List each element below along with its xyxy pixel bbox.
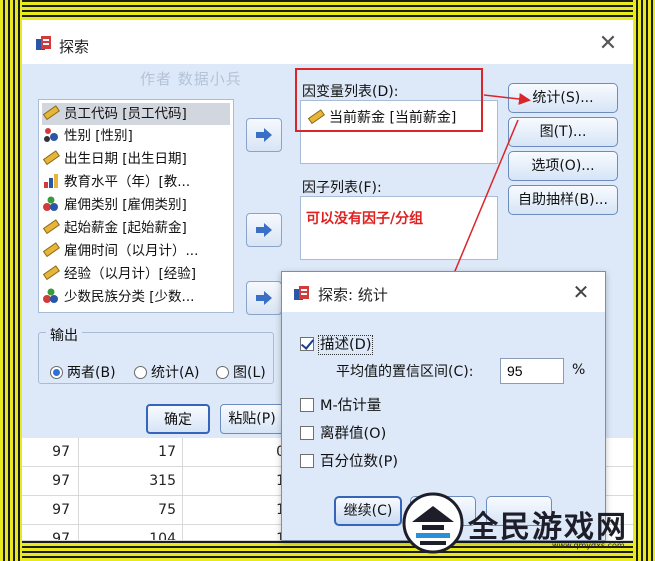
variable-label: 性别 [性别] xyxy=(64,128,133,144)
statistics-button[interactable]: 统计(S)... xyxy=(508,83,618,113)
list-item[interactable]: 雇佣时间（以月计）... xyxy=(42,240,230,262)
logo-name: 全民游戏网 xyxy=(468,510,628,545)
scale-ruler-icon xyxy=(42,242,60,258)
move-to-factor-button[interactable] xyxy=(246,213,282,247)
factor-list-label: 因子列表(F): xyxy=(302,180,382,196)
list-item[interactable]: 经验（以月计）[经验] xyxy=(42,263,230,285)
move-to-dependent-button[interactable] xyxy=(246,118,282,152)
variable-label: 员工代码 [员工代码] xyxy=(64,106,187,122)
logo-emblem-icon xyxy=(402,492,464,554)
dialog-title: 探索 xyxy=(59,38,90,56)
radio-label: 图(L) xyxy=(233,365,266,381)
table-cell[interactable]: 1 xyxy=(186,473,285,489)
percentiles-checkbox[interactable]: 百分位数(P) xyxy=(300,450,398,471)
checkbox-label: M-估计量 xyxy=(320,398,382,414)
radio-icon xyxy=(134,366,147,379)
watermark-text: 作者 数据小兵 xyxy=(140,70,242,88)
paste-button[interactable]: 粘贴(P) xyxy=(220,404,284,434)
variable-label: 教育水平（年）[教... xyxy=(64,174,191,190)
list-item[interactable]: 员工代码 [员工代码] xyxy=(42,103,230,125)
frame-top xyxy=(0,0,655,20)
variable-label: 雇佣时间（以月计）... xyxy=(64,243,199,259)
ordinal-bar-icon xyxy=(44,174,58,188)
table-cell[interactable]: 104 xyxy=(82,531,176,540)
scale-ruler-icon xyxy=(42,105,60,121)
scale-ruler-icon xyxy=(42,150,60,166)
radio-plots[interactable]: 图(L) xyxy=(216,362,266,382)
nominal-person-icon xyxy=(44,128,58,142)
close-icon[interactable]: ✕ xyxy=(570,281,592,303)
right-arrow-icon xyxy=(256,128,272,142)
variable-label: 出生日期 [出生日期] xyxy=(64,151,187,167)
variable-label: 起始薪金 [起始薪金] xyxy=(64,220,187,236)
right-arrow-icon xyxy=(256,291,272,305)
source-variable-list[interactable]: 员工代码 [员工代码] 性别 [性别] 出生日期 [出生日期] 教育水平（年）[… xyxy=(38,99,234,313)
continue-button[interactable]: 继续(C) xyxy=(334,496,402,526)
subdialog-titlebar[interactable]: 探索: 统计 ✕ xyxy=(282,272,605,312)
scale-ruler-icon xyxy=(42,265,60,281)
checkbox-icon xyxy=(300,454,314,468)
plots-button[interactable]: 图(T)... xyxy=(508,117,618,147)
table-cell[interactable]: 315 xyxy=(82,473,176,489)
radio-both[interactable]: 两者(B) xyxy=(50,362,116,382)
options-button[interactable]: 选项(O)... xyxy=(508,151,618,181)
outliers-checkbox[interactable]: 离群值(O) xyxy=(300,422,386,443)
list-item[interactable]: 雇佣类别 [雇佣类别] xyxy=(42,194,230,216)
right-arrow-icon xyxy=(256,223,272,237)
factor-list[interactable] xyxy=(300,196,498,260)
checkbox-checked-icon xyxy=(300,337,314,351)
table-cell[interactable]: 1 xyxy=(186,531,285,540)
variable-label: 经验（以月计）[经验] xyxy=(64,266,197,282)
radio-selected-icon xyxy=(50,366,63,379)
radio-label: 两者(B) xyxy=(67,365,116,381)
percent-unit: % xyxy=(572,362,586,378)
factor-annotation: 可以没有因子/分组 xyxy=(306,211,424,227)
nominal-balls-icon xyxy=(43,196,58,211)
ci-label: 平均值的置信区间(C): xyxy=(336,364,474,380)
variable-label: 雇佣类别 [雇佣类别] xyxy=(64,197,187,213)
table-cell[interactable]: 17 xyxy=(82,444,176,460)
site-logo: 全民游戏网 www.qmydxs.com xyxy=(402,488,652,558)
checkbox-icon xyxy=(300,426,314,440)
move-to-label-button[interactable] xyxy=(246,281,282,315)
output-group-title: 输出 xyxy=(46,325,82,345)
ci-input[interactable] xyxy=(500,358,564,384)
table-cell[interactable]: 97 xyxy=(22,444,70,460)
radio-icon xyxy=(216,366,229,379)
logo-url: www.qmydxs.com xyxy=(552,541,625,550)
dialog-titlebar[interactable]: 探索 ✕ xyxy=(22,26,633,64)
table-cell[interactable]: 75 xyxy=(82,502,176,518)
checkbox-label: 离群值(O) xyxy=(320,426,387,442)
table-cell[interactable]: 1 xyxy=(186,502,285,518)
bootstrap-button[interactable]: 自助抽样(B)... xyxy=(508,185,618,215)
spss-dialog-icon xyxy=(36,36,51,50)
list-item[interactable]: 教育水平（年）[教... xyxy=(42,171,230,193)
table-cell[interactable]: 97 xyxy=(22,531,70,540)
m-estimators-checkbox[interactable]: M-估计量 xyxy=(300,394,381,415)
checkbox-icon xyxy=(300,398,314,412)
table-cell[interactable]: 97 xyxy=(22,473,70,489)
subdialog-title: 探索: 统计 xyxy=(318,286,388,304)
frame-left xyxy=(0,0,22,561)
close-icon[interactable]: ✕ xyxy=(596,32,620,56)
table-cell[interactable]: 97 xyxy=(22,502,70,518)
ok-button[interactable]: 确定 xyxy=(146,404,210,434)
table-cell[interactable]: 0 xyxy=(186,444,285,460)
list-item[interactable]: 性别 [性别] xyxy=(42,125,230,147)
radio-label: 统计(A) xyxy=(151,365,200,381)
highlight-box xyxy=(295,68,483,132)
list-item[interactable]: 出生日期 [出生日期] xyxy=(42,148,230,170)
frame-right xyxy=(633,0,655,561)
list-item[interactable]: 少数民族分类 [少数... xyxy=(42,286,230,308)
checkbox-label: 描述(D) xyxy=(317,335,374,355)
scale-ruler-icon xyxy=(42,219,60,235)
list-item[interactable]: 起始薪金 [起始薪金] xyxy=(42,217,230,239)
descriptives-checkbox[interactable]: 描述(D) xyxy=(300,333,374,355)
checkbox-label: 百分位数(P) xyxy=(320,454,399,470)
spss-dialog-icon xyxy=(294,286,309,300)
variable-label: 少数民族分类 [少数... xyxy=(64,289,195,305)
radio-statistics[interactable]: 统计(A) xyxy=(134,362,200,382)
nominal-balls-icon xyxy=(43,288,58,303)
